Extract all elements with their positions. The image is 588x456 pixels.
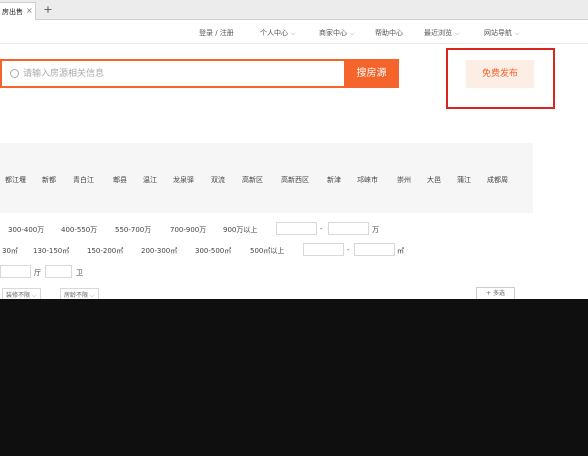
recent-views-menu[interactable]: 最近浏览 ⌵ (424, 28, 460, 38)
decoration-dropdown[interactable]: 装修不限 ⌵ (2, 288, 41, 299)
price-option[interactable]: 300-400万 (8, 225, 44, 235)
chevron-down-icon: ⌵ (291, 30, 296, 37)
area-unit: ㎡ (397, 247, 404, 255)
bath-count-input[interactable] (45, 265, 72, 278)
merchant-center-label: 商家中心 (319, 29, 347, 37)
chevron-down-icon: ⌵ (90, 292, 95, 299)
region-option[interactable]: 双流 (211, 175, 225, 185)
price-max-input[interactable] (328, 222, 369, 235)
area-range-separator: - (347, 246, 350, 254)
search-icon (10, 69, 19, 78)
multi-select-button[interactable]: + 多选 (476, 287, 515, 299)
region-option[interactable]: 蒲江 (457, 175, 471, 185)
top-navigation: 登录 / 注册 个人中心 ⌵ 商家中心 ⌵ 帮助中心 最近浏览 ⌵ 网站导航 ⌵ (0, 20, 588, 44)
search-input[interactable] (23, 65, 333, 83)
price-option[interactable]: 900万以上 (223, 225, 257, 235)
area-min-input[interactable] (303, 243, 344, 256)
browser-tab-bar: 房出售 × + (0, 0, 588, 20)
personal-center-label: 个人中心 (260, 29, 288, 37)
bath-unit: 卫 (76, 269, 83, 277)
region-filter-bar: 都江堰 新都 青白江 郫县 温江 龙泉驿 双流 高新区 高新西区 新津 邛崃市 … (0, 143, 533, 213)
price-option[interactable]: 550-700万 (115, 225, 151, 235)
tab-title: 房出售 (2, 8, 23, 16)
chevron-down-icon: ⌵ (32, 292, 37, 299)
region-option[interactable]: 成都周 (487, 175, 508, 185)
merchant-center-menu[interactable]: 商家中心 ⌵ (319, 28, 355, 38)
price-range-separator: - (320, 225, 323, 233)
area-option[interactable]: 150-200㎡ (87, 246, 123, 256)
region-option[interactable]: 新津 (327, 175, 341, 185)
personal-center-menu[interactable]: 个人中心 ⌵ (260, 28, 296, 38)
chevron-down-icon: ⌵ (350, 30, 355, 37)
region-option[interactable]: 高新西区 (281, 175, 309, 185)
new-tab-button[interactable]: + (39, 2, 57, 18)
region-option[interactable]: 新都 (42, 175, 56, 185)
region-option[interactable]: 高新区 (242, 175, 263, 185)
chevron-down-icon: ⌵ (455, 30, 460, 37)
region-option[interactable]: 青白江 (73, 175, 94, 185)
hall-count-input[interactable] (0, 265, 31, 278)
region-option[interactable]: 邛崃市 (357, 175, 378, 185)
price-option[interactable]: 400-550万 (61, 225, 97, 235)
browser-tab[interactable]: 房出售 × (0, 2, 36, 20)
property-age-label: 房龄不限 (64, 292, 89, 299)
login-register-link[interactable]: 登录 / 注册 (199, 28, 234, 38)
price-min-input[interactable] (276, 222, 317, 235)
free-publish-button[interactable]: 免费发布 (466, 60, 534, 88)
price-option[interactable]: 700-900万 (170, 225, 206, 235)
area-max-input[interactable] (354, 243, 395, 256)
property-age-dropdown[interactable]: 房龄不限 ⌵ (60, 288, 99, 299)
price-unit: 万 (372, 226, 379, 234)
area-option[interactable]: 300-500㎡ (195, 246, 231, 256)
hall-unit: 厅 (34, 269, 41, 277)
decoration-label: 装修不限 (6, 292, 31, 299)
site-navigation-label: 网站导航 (484, 29, 512, 37)
help-center-link[interactable]: 帮助中心 (375, 28, 403, 38)
region-option[interactable]: 大邑 (427, 175, 441, 185)
tab-close-icon[interactable]: × (26, 6, 33, 15)
search-button[interactable]: 搜房源 (344, 59, 399, 88)
chevron-down-icon: ⌵ (515, 30, 520, 37)
region-option[interactable]: 都江堰 (5, 175, 26, 185)
area-option[interactable]: 500㎡以上 (250, 246, 284, 256)
region-option[interactable]: 龙泉驿 (173, 175, 194, 185)
region-option[interactable]: 郫县 (113, 175, 127, 185)
browser-viewport: 房出售 × + 登录 / 注册 个人中心 ⌵ 商家中心 ⌵ 帮助中心 最近浏览 ⌵ 网… (0, 0, 588, 299)
area-option[interactable]: 30㎡ (2, 246, 18, 256)
search-box (0, 59, 344, 88)
area-option[interactable]: 130-150㎡ (33, 246, 69, 256)
recent-views-label: 最近浏览 (424, 29, 452, 37)
area-option[interactable]: 200-300㎡ (141, 246, 177, 256)
site-navigation-menu[interactable]: 网站导航 ⌵ (484, 28, 520, 38)
region-option[interactable]: 温江 (143, 175, 157, 185)
region-option[interactable]: 崇州 (397, 175, 411, 185)
